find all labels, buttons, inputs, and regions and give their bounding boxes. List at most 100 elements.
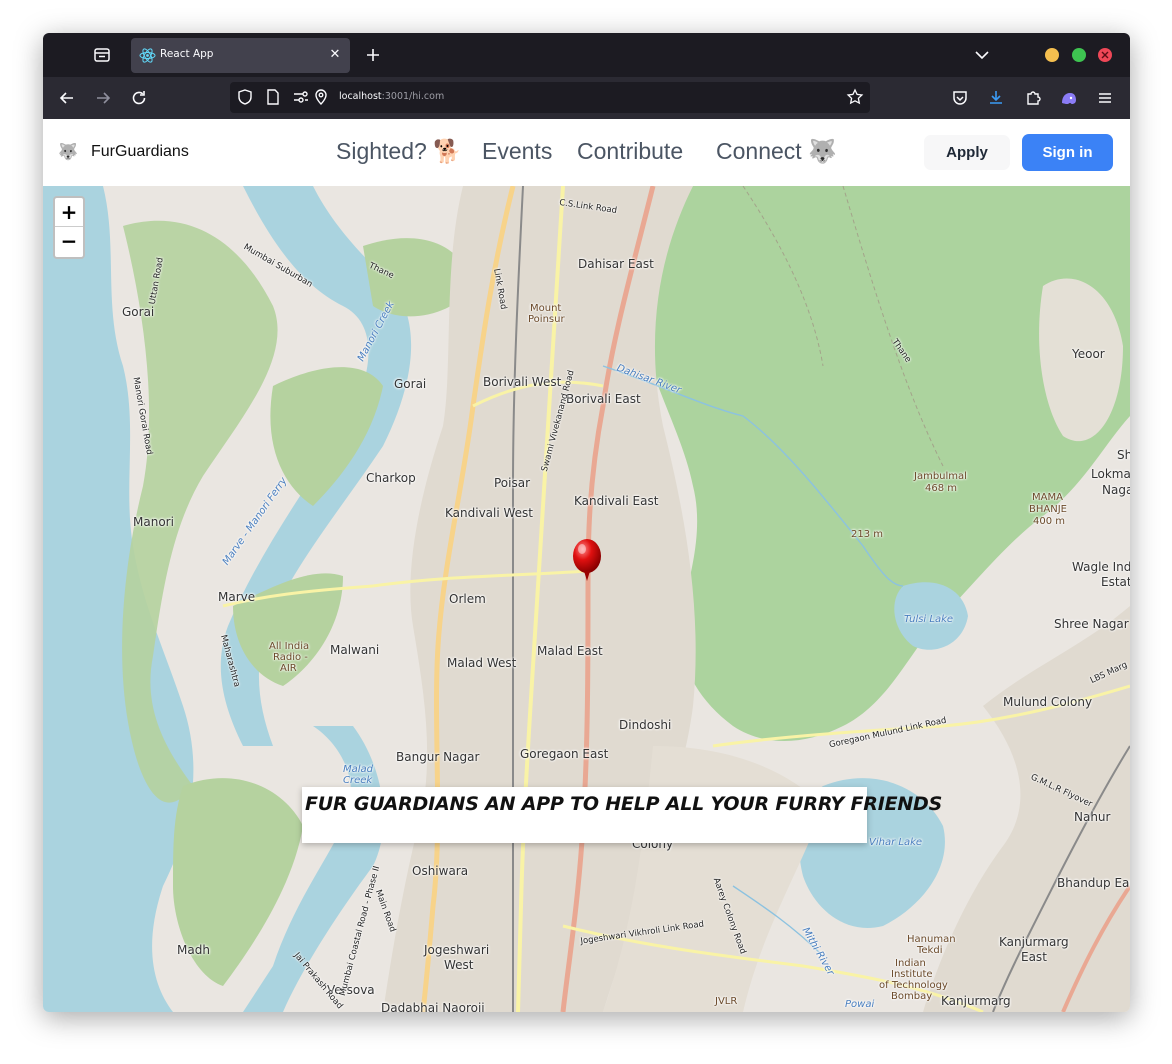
nav-contribute[interactable]: Contribute [577, 138, 683, 165]
place-kandivali-east: Kandivali East [574, 494, 659, 508]
place-gorai-north: Gorai [122, 305, 155, 319]
location-icon[interactable] [312, 88, 330, 106]
tab-overflow-chevron-icon[interactable] [972, 45, 992, 65]
app-tagline-banner: FUR GUARDIANS AN APP TO HELP ALL YOUR FU… [302, 787, 942, 843]
place-mama-3: 400 m [1033, 516, 1066, 527]
place-dahisar-east: Dahisar East [578, 257, 654, 271]
place-estate: Estat [1101, 575, 1130, 589]
forward-icon[interactable] [93, 88, 113, 108]
place-dadabhai: Dadabhai Naoroji [381, 1001, 485, 1012]
place-manori: Manori [133, 515, 174, 529]
maximize-button[interactable] [1072, 48, 1086, 62]
sign-in-button[interactable]: Sign in [1022, 134, 1113, 171]
place-jogeshwari-2: West [444, 958, 474, 972]
place-yeoor: Yeoor [1072, 347, 1105, 361]
pocket-icon[interactable] [950, 88, 970, 108]
place-malad-creek-1: Malad [343, 764, 374, 775]
place-iit-1: Indian [895, 958, 926, 969]
app-header: 🐺 FurGuardians Sighted? 🐕 Events Contrib… [43, 119, 1130, 186]
place-jogeshwari-1: Jogeshwari [424, 943, 490, 957]
place-wagle: Wagle Ind [1072, 560, 1130, 574]
place-mama-1: MAMA [1032, 492, 1063, 503]
place-powai: Powai [845, 999, 875, 1010]
place-marve: Marve [218, 590, 256, 604]
extensions-icon[interactable] [1023, 88, 1043, 108]
nav-events[interactable]: Events [482, 138, 552, 165]
place-kanjurmarg-east-1: Kanjurmarg [999, 935, 1069, 949]
place-kanjurmarg-east-2: East [1021, 950, 1047, 964]
navigation-toolbar: localhost:3001/hi.com [43, 77, 1130, 119]
page-icon[interactable] [264, 88, 282, 106]
zoom-control: + − [53, 196, 85, 259]
map-tiles [43, 186, 1130, 1012]
zoom-in-button[interactable]: + [55, 198, 83, 227]
place-tulsi-lake: Tulsi Lake [904, 614, 954, 625]
place-jambulmal-2: 468 m [925, 483, 958, 494]
place-air-1: All India [269, 641, 310, 652]
place-iit-4: Bombay [891, 991, 933, 1002]
map-view[interactable]: Dahisar East Mount Poinsur Gorai Gorai B… [43, 186, 1130, 1012]
place-malad-creek-2: Creek [343, 775, 373, 786]
place-bangur-nagar: Bangur Nagar [396, 750, 480, 764]
permissions-icon[interactable] [292, 88, 310, 106]
place-malwani: Malwani [330, 643, 380, 657]
place-vihar-lake: Vihar Lake [869, 837, 923, 848]
minimize-button[interactable] [1045, 48, 1059, 62]
place-madh: Madh [177, 943, 210, 957]
zoom-out-button[interactable]: − [55, 227, 83, 256]
place-kandivali-west: Kandivali West [445, 506, 534, 520]
downloads-icon[interactable] [986, 88, 1006, 108]
place-poisar: Poisar [494, 476, 531, 490]
place-borivali-east: Borivali East [566, 392, 641, 406]
apply-button[interactable]: Apply [924, 135, 1010, 170]
place-kanjurmarg: Kanjurmarg [941, 994, 1011, 1008]
place-jvlr: JVLR [715, 996, 738, 1007]
nav-connect[interactable]: Connect 🐺 [716, 138, 837, 165]
place-jambulmal-1: Jambulmal [914, 471, 967, 482]
brand-name[interactable]: FurGuardians [91, 143, 189, 161]
place-mount-poinsur-2: Poinsur [528, 314, 565, 325]
react-icon [139, 47, 156, 64]
tab-close-icon[interactable]: ✕ [327, 47, 343, 63]
shield-icon[interactable] [236, 88, 254, 106]
place-iit-3: of Technology [879, 980, 948, 991]
tab-react-app[interactable]: React App ✕ [131, 38, 350, 73]
place-hanuman-2: Tekdi [917, 945, 943, 956]
place-air-2: Radio - [273, 652, 308, 663]
place-mulund-colony: Mulund Colony [1003, 695, 1093, 709]
close-window-button[interactable] [1098, 48, 1112, 62]
map-pin-icon[interactable] [571, 539, 603, 581]
tab-strip: React App ✕ [43, 33, 1130, 77]
place-orlem: Orlem [449, 592, 486, 606]
place-oshiwara: Oshiwara [412, 864, 469, 878]
bookmark-star-icon[interactable] [846, 88, 864, 106]
place-goregaon-east: Goregaon East [520, 747, 609, 761]
new-tab-icon[interactable] [363, 45, 383, 65]
extension-ghost-icon[interactable] [1059, 88, 1079, 108]
place-dindoshi: Dindoshi [619, 718, 672, 732]
nav-sighted[interactable]: Sighted? 🐕 [336, 138, 462, 165]
place-shree-nagar: Shree Nagar [1054, 617, 1129, 631]
reload-icon[interactable] [129, 88, 149, 108]
tab-list-icon[interactable] [91, 44, 113, 66]
place-hanuman-1: Hanuman [907, 934, 956, 945]
url-text[interactable]: localhost:3001/hi.com [339, 91, 444, 102]
place-borivali-west: Borivali West [483, 375, 562, 389]
place-peak-213: 213 m [851, 529, 884, 540]
url-bar[interactable]: localhost:3001/hi.com [230, 82, 870, 113]
app-tagline: FUR GUARDIANS AN APP TO HELP ALL YOUR FU… [305, 793, 943, 815]
place-charkop: Charkop [366, 471, 416, 485]
place-sh: Sh [1117, 448, 1130, 462]
place-iit-2: Institute [891, 969, 933, 980]
menu-icon[interactable] [1095, 88, 1115, 108]
place-bhandup: Bhandup Eas [1057, 876, 1130, 890]
place-nagar-right: Naga [1102, 483, 1130, 497]
wolf-logo-icon[interactable]: 🐺 [58, 143, 78, 161]
place-malad-west: Malad West [447, 656, 517, 670]
tab-title: React App [160, 48, 214, 60]
place-gorai: Gorai [394, 377, 427, 391]
place-malad-east: Malad East [537, 644, 603, 658]
place-mount-poinsur-1: Mount [530, 303, 562, 314]
place-air-3: AIR [280, 663, 297, 674]
back-icon[interactable] [57, 88, 77, 108]
